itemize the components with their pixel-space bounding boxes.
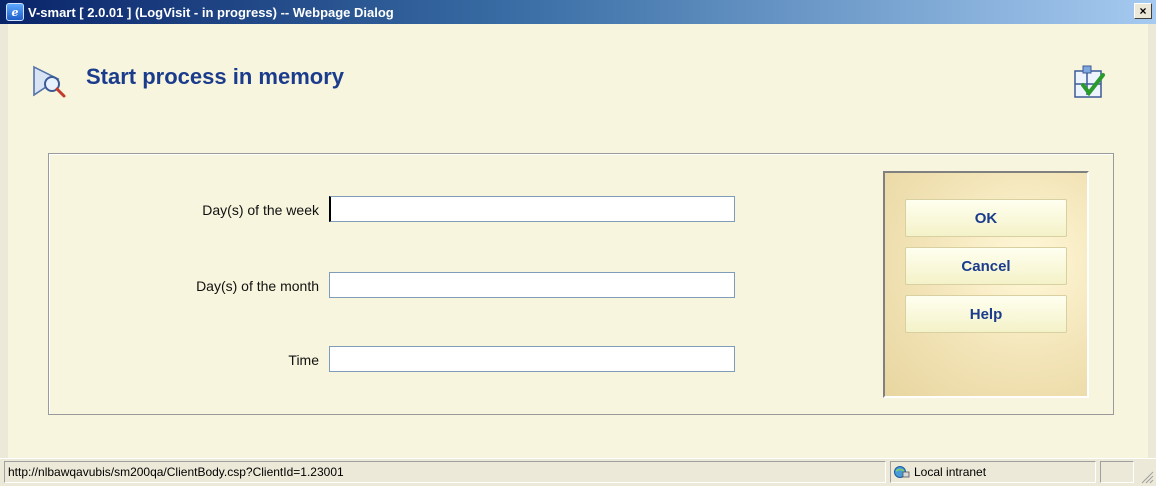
- day-of-month-label: Day(s) of the month: [196, 278, 319, 294]
- ok-button[interactable]: OK: [905, 199, 1067, 237]
- window-title: V-smart [ 2.0.01 ] (LogVisit - in progre…: [28, 4, 394, 20]
- search-document-icon: [33, 65, 66, 98]
- button-panel: OK Cancel Help: [883, 171, 1089, 398]
- status-url: http://nlbawqavubis/sm200qa/ClientBody.c…: [4, 461, 886, 483]
- resize-grip-icon[interactable]: [1140, 470, 1154, 484]
- ie-app-icon: e: [6, 3, 24, 21]
- help-button[interactable]: Help: [905, 295, 1067, 333]
- day-of-week-label: Day(s) of the week: [202, 202, 319, 218]
- local-intranet-icon: [894, 466, 910, 478]
- close-button[interactable]: ×: [1134, 3, 1152, 19]
- status-empty-cell: [1100, 461, 1134, 483]
- day-of-month-input[interactable]: [329, 272, 735, 298]
- window-titlebar: e V-smart [ 2.0.01 ] (LogVisit - in prog…: [0, 0, 1156, 24]
- status-bar: http://nlbawqavubis/sm200qa/ClientBody.c…: [0, 458, 1156, 486]
- workflow-check-icon[interactable]: [1071, 65, 1107, 101]
- time-input[interactable]: [329, 346, 735, 372]
- status-zone-label: Local intranet: [914, 465, 987, 479]
- cancel-button[interactable]: Cancel: [905, 247, 1067, 285]
- day-of-week-input[interactable]: [329, 196, 735, 222]
- status-zone: Local intranet: [890, 461, 1096, 483]
- page-title: Start process in memory: [86, 64, 344, 89]
- time-label: Time: [288, 352, 319, 368]
